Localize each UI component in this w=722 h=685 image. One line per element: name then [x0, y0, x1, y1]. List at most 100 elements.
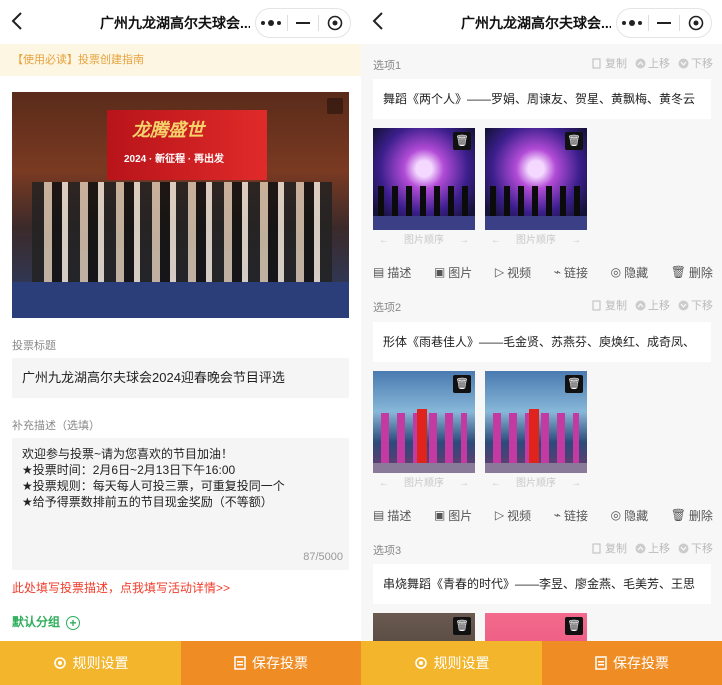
hide-label: 隐藏: [624, 265, 649, 280]
hide-button[interactable]: ◎ 隐藏: [611, 264, 649, 280]
copy-icon: [592, 58, 601, 68]
rules-settings-button[interactable]: 规则设置: [361, 641, 542, 685]
lead-performer: [529, 409, 539, 463]
image-order-control: ← 图片顺序 →: [485, 477, 587, 491]
option-title-input[interactable]: 形体《雨巷佳人》——毛金贤、苏燕芬、庾焕红、成奇凤、: [373, 322, 711, 362]
left-panel: 广州九龙湖高尔夫球会... 【使用必读】投票创建指南 龙腾盛世 2024 · 新…: [0, 0, 361, 685]
description-label: 补充描述（选填）: [12, 420, 100, 432]
link-label: 链接: [563, 508, 588, 523]
trash-icon[interactable]: 🗑: [565, 375, 583, 393]
back-arrow-icon[interactable]: [10, 11, 30, 33]
image-order-label: 图片顺序: [516, 478, 556, 489]
stage-floor: [373, 463, 475, 473]
rules-settings-button[interactable]: 规则设置: [0, 641, 181, 685]
save-vote-label: 保存投票: [252, 655, 308, 671]
save-vote-button[interactable]: 保存投票: [542, 641, 722, 685]
option-title-input[interactable]: 舞蹈《两个人》——罗娟、周谏友、贺星、黄飘梅、黄冬云: [373, 79, 711, 119]
describe-button[interactable]: ▤ 描述: [373, 264, 411, 280]
option-controls: 复制 上移 下移: [592, 55, 713, 71]
copy-button[interactable]: 复制: [592, 55, 627, 71]
option-image[interactable]: 🗑: [373, 128, 475, 230]
describe-icon: ▤: [373, 265, 385, 279]
option-image[interactable]: 🗑: [485, 371, 587, 473]
video-label: 视频: [507, 508, 532, 523]
arrow-left-icon[interactable]: ←: [379, 477, 389, 491]
trash-icon[interactable]: 🗑: [453, 132, 471, 150]
link-button[interactable]: ⌁ 链接: [554, 264, 588, 280]
delete-button[interactable]: 🗑 删除: [671, 507, 713, 523]
trash-icon[interactable]: 🗑: [453, 617, 471, 635]
option-controls: 复制 上移 下移: [592, 297, 713, 313]
option-image[interactable]: 🗑: [485, 128, 587, 230]
trash-icon[interactable]: 🗑: [565, 617, 583, 635]
target-close-icon[interactable]: [319, 9, 350, 37]
down-circle-icon: [678, 300, 689, 310]
delete-button[interactable]: 🗑 删除: [671, 264, 713, 280]
copy-icon: [592, 300, 601, 310]
add-group-icon[interactable]: +: [66, 615, 81, 630]
save-doc-icon: [595, 656, 607, 670]
down-circle-icon: [678, 58, 689, 68]
cover-banner-text: 龙腾盛世: [132, 120, 204, 140]
move-down-button[interactable]: 下移: [678, 540, 713, 556]
minimize-icon[interactable]: [649, 9, 680, 37]
copy-label: 复制: [605, 58, 627, 70]
cover-image[interactable]: 龙腾盛世 2024 · 新征程 · 再出发: [12, 92, 349, 318]
hide-button[interactable]: ◎ 隐藏: [611, 507, 649, 523]
target-close-icon[interactable]: [680, 9, 711, 37]
video-button[interactable]: ▷ 视频: [495, 507, 531, 523]
save-vote-button[interactable]: 保存投票: [181, 641, 361, 685]
delete-label: 删除: [688, 265, 713, 280]
option-image[interactable]: 🗑: [373, 371, 475, 473]
trash-icon[interactable]: 🗑: [453, 375, 471, 393]
video-button[interactable]: ▷ 视频: [495, 264, 531, 280]
lead-performer: [417, 409, 427, 463]
image-button[interactable]: ▣ 图片: [434, 507, 472, 523]
description-line: 欢迎参与投票~请为您喜欢的节目加油！: [22, 447, 234, 461]
arrow-right-icon[interactable]: →: [459, 477, 469, 491]
copy-button[interactable]: 复制: [592, 297, 627, 313]
more-dots-icon[interactable]: [256, 9, 287, 37]
right-panel: 广州九龙湖高尔夫球会... 选项1 复制 上移 下移 舞蹈《两个人》——罗娟、周…: [361, 0, 722, 685]
usage-guide-notice[interactable]: 【使用必读】投票创建指南: [0, 44, 361, 76]
arrow-left-icon[interactable]: ←: [491, 477, 501, 491]
back-arrow-icon[interactable]: [371, 11, 391, 33]
move-up-button[interactable]: 上移: [635, 55, 670, 71]
minimize-icon[interactable]: [288, 9, 319, 37]
move-up-button[interactable]: 上移: [635, 297, 670, 313]
move-up-button[interactable]: 上移: [635, 540, 670, 556]
link-button[interactable]: ⌁ 链接: [554, 507, 588, 523]
dancers-silhouette: [378, 186, 470, 218]
move-down-label: 下移: [691, 58, 713, 70]
copy-label: 复制: [605, 300, 627, 312]
arrow-left-icon[interactable]: ←: [379, 234, 389, 248]
arrow-right-icon[interactable]: →: [571, 234, 581, 248]
description-line: ★投票时间：2月6日~2月13日下午16:00: [22, 463, 236, 477]
stage-floor: [485, 216, 587, 230]
page-title: 广州九龙湖高尔夫球会...: [461, 15, 611, 31]
trash-icon[interactable]: 🗑: [565, 132, 583, 150]
option-title-input[interactable]: 串烧舞蹈《青春的时代》——李昱、廖金燕、毛美芳、王思: [373, 564, 711, 604]
move-down-button[interactable]: 下移: [678, 55, 713, 71]
gear-icon: [53, 657, 66, 669]
describe-button[interactable]: ▤ 描述: [373, 507, 411, 523]
arrow-left-icon[interactable]: ←: [491, 234, 501, 248]
default-group[interactable]: 默认分组 +: [12, 613, 81, 630]
vote-title-input[interactable]: 广州九龙湖高尔夫球会2024迎春晚会节目评选: [12, 358, 349, 398]
option-header: 选项3 复制 上移 下移: [373, 540, 713, 557]
description-textarea[interactable]: 欢迎参与投票~请为您喜欢的节目加油！ ★投票时间：2月6日~2月13日下午16:…: [12, 438, 349, 570]
trash-icon: 🗑: [670, 508, 686, 522]
image-button[interactable]: ▣ 图片: [434, 264, 472, 280]
rules-settings-label: 规则设置: [433, 655, 490, 671]
activity-detail-link[interactable]: 此处填写投票描述，点我填写活动详情>>: [12, 579, 230, 596]
cover-delete-icon[interactable]: [327, 98, 343, 114]
image-order-control: ← 图片顺序 →: [485, 234, 587, 248]
arrow-right-icon[interactable]: →: [459, 234, 469, 248]
copy-button[interactable]: 复制: [592, 540, 627, 556]
option-actions: ▤ 描述 ▣ 图片 ▷ 视频 ⌁ 链接 ◎ 隐藏 🗑 删除: [373, 264, 713, 280]
move-down-button[interactable]: 下移: [678, 297, 713, 313]
arrow-right-icon[interactable]: →: [571, 477, 581, 491]
copy-label: 复制: [605, 543, 627, 555]
more-dots-icon[interactable]: [617, 9, 648, 37]
description-line: ★投票规则：每天每人可投三票，可重复投同一个: [22, 479, 285, 493]
